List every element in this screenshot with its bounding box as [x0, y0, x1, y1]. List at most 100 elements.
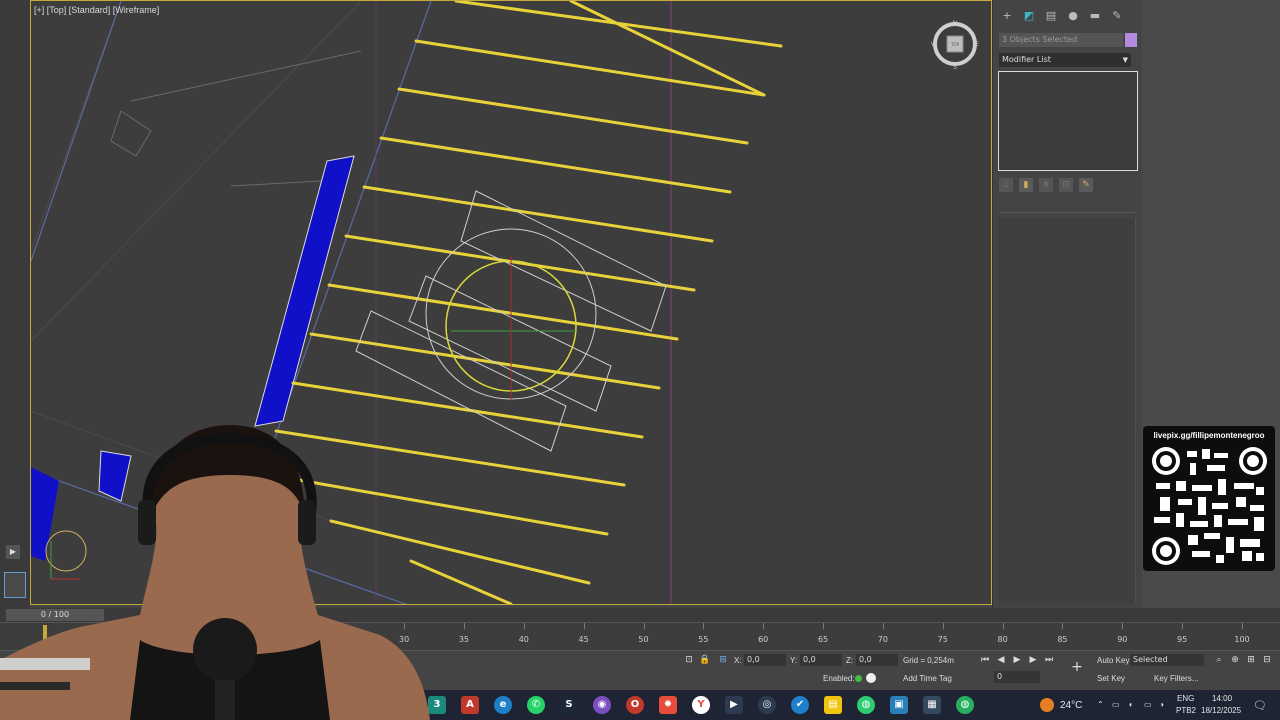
speaker-icon[interactable]: ◗ [1160, 700, 1165, 709]
object-color-swatch[interactable] [1125, 33, 1137, 47]
track-tick-label: 75 [937, 635, 948, 644]
modify-icon[interactable]: ◩ [1021, 8, 1037, 24]
app-red-taskbar-icon[interactable]: ✹ [659, 696, 677, 714]
viewcube-icon[interactable]: N S E W TOP [931, 19, 979, 69]
sound-icon[interactable]: ◖ [1128, 700, 1133, 709]
calculator-taskbar-icon[interactable]: ▦ [923, 696, 941, 714]
track-tick-label: 70 [877, 635, 888, 644]
svg-text:E: E [975, 41, 979, 48]
whatsapp-taskbar-icon[interactable]: ✆ [527, 696, 545, 714]
add-time-tag-button[interactable]: Add Time Tag [903, 674, 952, 683]
current-frame-field[interactable]: 0 [994, 671, 1040, 683]
show-end-result-icon[interactable]: ▮ [1019, 178, 1033, 192]
track-tick-label: 50 [638, 635, 649, 644]
auto-key-button[interactable]: Auto Key [1097, 656, 1129, 665]
edge-taskbar-icon[interactable]: e [494, 696, 512, 714]
x-coordinate-field[interactable]: 0,0 [744, 654, 786, 666]
remove-modifier-icon[interactable]: ⊟ [1059, 178, 1073, 192]
chrome2-taskbar-icon[interactable]: ◍ [956, 696, 974, 714]
display-icon[interactable]: ▬ [1087, 8, 1103, 24]
svg-text:W: W [931, 41, 937, 48]
next-frame-icon[interactable]: ▶ [1026, 654, 1040, 666]
clock-date[interactable]: 18/12/2025 [1201, 706, 1241, 715]
modifier-stack[interactable] [998, 71, 1138, 171]
go-to-start-icon[interactable]: ⏮ [978, 654, 992, 666]
configure-sets-icon[interactable]: ✎ [1079, 178, 1093, 192]
make-unique-icon[interactable]: ⋔ [1039, 178, 1053, 192]
donation-qr-overlay: livepix.gg/fillipemontenegroo [1143, 426, 1275, 571]
weather-icon[interactable] [1040, 698, 1054, 712]
opera-taskbar-icon[interactable]: O [626, 696, 644, 714]
set-key-plus-icon[interactable]: + [1070, 660, 1084, 674]
utilities-icon[interactable]: ✎ [1109, 8, 1125, 24]
notifications-icon[interactable]: 🗨 [1253, 699, 1267, 712]
svg-text:TOP: TOP [950, 42, 960, 47]
check-taskbar-icon[interactable]: ✔ [791, 696, 809, 714]
display-icon-tray[interactable]: ▭ [1144, 700, 1152, 709]
track-tick [1002, 623, 1004, 629]
yandex-taskbar-icon[interactable]: Y [692, 696, 710, 714]
track-tick [1062, 623, 1064, 629]
notes-taskbar-icon[interactable]: ▤ [824, 696, 842, 714]
zoom-icon[interactable]: ⌕ [1212, 654, 1226, 666]
modifier-list-label: Modifier List [1002, 55, 1051, 64]
viewport-label[interactable]: [+] [Top] [Standard] [Wireframe] [34, 5, 159, 15]
app-dark-taskbar-icon[interactable]: ◎ [758, 696, 776, 714]
language-bottom[interactable]: PTB2 [1176, 706, 1196, 715]
track-tick [1242, 623, 1243, 629]
grid-readout: Grid = 0,254m [903, 656, 954, 665]
track-tick-label: 90 [1117, 635, 1128, 644]
language-top[interactable]: ENG [1177, 694, 1194, 703]
motion-icon[interactable]: ● [1065, 8, 1081, 24]
track-tick [942, 623, 944, 629]
qr-code [1152, 447, 1267, 565]
track-tick [763, 623, 765, 629]
time-tag-icon[interactable] [866, 673, 876, 683]
lock-icon[interactable]: 🔒 [698, 654, 712, 666]
panel-divider [999, 212, 1135, 213]
zoom-extents-all-icon[interactable]: ⊟ [1260, 654, 1274, 666]
media-taskbar-icon[interactable]: ▶ [725, 696, 743, 714]
svg-text:S: S [953, 64, 957, 69]
zoom-all-icon[interactable]: ⊕ [1228, 654, 1242, 666]
previous-frame-icon[interactable]: ◀ [994, 654, 1008, 666]
absolute-mode-icon[interactable]: ⊞ [716, 654, 730, 666]
isolate-icon[interactable]: ⊡ [682, 654, 696, 666]
autocad-taskbar-icon[interactable]: A [461, 696, 479, 714]
command-panel: + ◩ ▤ ● ▬ ✎ 3 Objects Selected Modifier … [992, 0, 1142, 608]
photos-taskbar-icon[interactable]: ▣ [890, 696, 908, 714]
hierarchy-icon[interactable]: ▤ [1043, 8, 1059, 24]
weather-temperature[interactable]: 24°C [1060, 700, 1082, 711]
x-label: X: [734, 656, 742, 665]
set-key-button[interactable]: Set Key [1097, 674, 1125, 683]
pin-stack-icon[interactable]: ⊥ [999, 178, 1013, 192]
track-tick-label: 85 [1057, 635, 1068, 644]
go-to-end-icon[interactable]: ⏭ [1042, 654, 1056, 666]
z-coordinate-field[interactable]: 0,0 [856, 654, 898, 666]
network-icon[interactable]: ▭ [1112, 700, 1120, 709]
track-tick-label: 95 [1177, 635, 1188, 644]
create-icon[interactable]: + [999, 8, 1015, 24]
play-animation-icon[interactable]: ▶ [1010, 654, 1024, 666]
enabled-indicator-icon[interactable] [855, 675, 862, 682]
track-tick-label: 60 [758, 635, 769, 644]
key-filters-button[interactable]: Key Filters... [1154, 674, 1198, 683]
svg-text:N: N [953, 20, 958, 27]
selection-name-field[interactable]: 3 Objects Selected [999, 33, 1123, 47]
modifier-list-dropdown[interactable]: Modifier List ▼ [999, 53, 1131, 67]
command-panel-tabs: + ◩ ▤ ● ▬ ✎ [999, 8, 1125, 24]
3dsmax-window: ▶ [+] [Top] [Standard] [Wireframe] N S E… [0, 0, 1280, 720]
app-purple-taskbar-icon[interactable]: ◉ [593, 696, 611, 714]
zoom-extents-icon[interactable]: ⊞ [1244, 654, 1258, 666]
track-tick-label: 100 [1234, 635, 1250, 644]
tray-chevron-icon[interactable]: ⌃ [1097, 700, 1104, 709]
key-selection-dropdown[interactable]: Selected [1130, 654, 1204, 666]
y-coordinate-field[interactable]: 0,0 [800, 654, 842, 666]
track-tick [823, 623, 825, 629]
steam-taskbar-icon[interactable]: S [560, 696, 578, 714]
3dsmax-taskbar-icon[interactable]: 3 [428, 696, 446, 714]
track-tick [523, 623, 525, 629]
chrome-taskbar-icon[interactable]: ◍ [857, 696, 875, 714]
clock-time[interactable]: 14:00 [1212, 694, 1232, 703]
track-tick-label: 80 [997, 635, 1008, 644]
